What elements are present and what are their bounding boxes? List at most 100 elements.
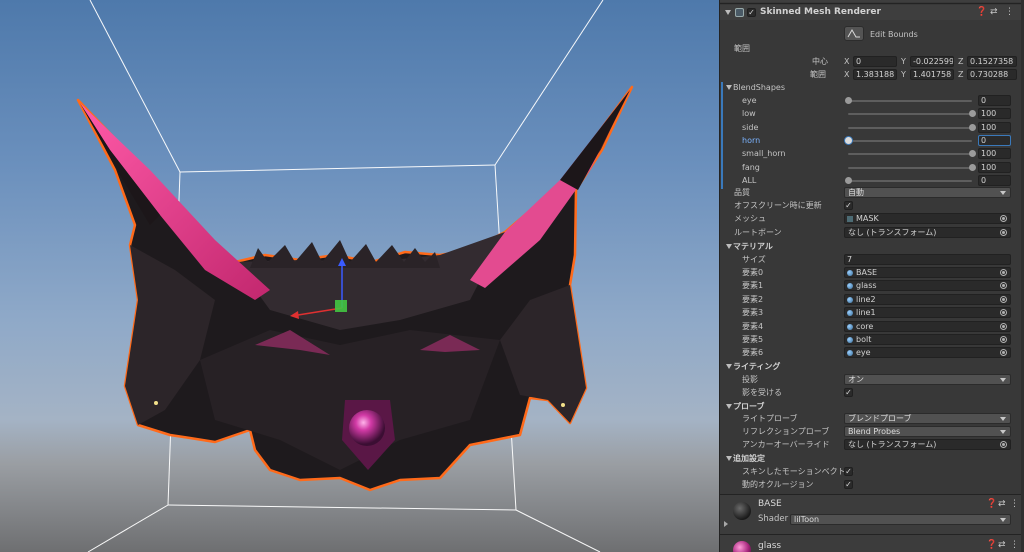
blendshape-slider-track[interactable]: [848, 139, 972, 142]
blendshape-slider-handle[interactable]: [845, 97, 852, 104]
material-element-field[interactable]: eye: [844, 347, 1011, 359]
blendshape-slider-track[interactable]: [848, 153, 972, 156]
rootbone-field[interactable]: なし (トランスフォーム): [844, 227, 1011, 238]
material-element-value: line1: [856, 308, 876, 318]
foldout-arrow-icon[interactable]: [726, 244, 732, 249]
material-element-field[interactable]: line1: [844, 307, 1011, 319]
foldout-arrow-icon[interactable]: [725, 10, 731, 15]
preset-icon[interactable]: ⇄: [990, 6, 998, 19]
blendshape-value-field[interactable]: 100: [978, 148, 1011, 160]
extent-x-field[interactable]: 1.383188: [853, 69, 897, 80]
context-menu-icon[interactable]: ⋮: [1005, 6, 1014, 19]
blendshape-slider-track[interactable]: [848, 100, 972, 102]
blendshape-value-field[interactable]: 100: [978, 161, 1011, 173]
blendshape-row: eye 0: [720, 94, 1024, 107]
blendshape-name: side: [742, 122, 759, 132]
object-picker-icon[interactable]: [1000, 229, 1007, 236]
extent-z-label: Z: [958, 70, 964, 79]
material-element-label: 要素6: [742, 348, 764, 358]
dynamic-occlusion-checkbox[interactable]: ✓: [844, 480, 853, 489]
material-element-row: 要素2 line2: [720, 293, 1024, 306]
material-element-field[interactable]: core: [844, 320, 1011, 332]
blendshape-name: small_horn: [742, 149, 786, 159]
center-x-field[interactable]: 0: [853, 56, 897, 67]
object-picker-icon[interactable]: [1000, 349, 1007, 357]
help-icon[interactable]: ❓: [986, 499, 997, 509]
blendshape-slider-track[interactable]: [848, 126, 972, 129]
reflection-probes-dropdown[interactable]: Blend Probes: [844, 426, 1011, 437]
foldout-arrow-icon[interactable]: [726, 85, 732, 90]
material-size-field[interactable]: 7: [844, 254, 1011, 265]
object-picker-icon[interactable]: [1000, 336, 1007, 343]
quality-dropdown[interactable]: 自動: [844, 187, 1011, 198]
foldout-arrow-icon[interactable]: [726, 364, 732, 369]
blendshape-name: ALL: [742, 175, 757, 185]
material-element-row: 要素6 eye: [720, 346, 1024, 359]
component-enabled-checkbox[interactable]: ✓: [747, 8, 756, 17]
additional-settings-header[interactable]: 追加設定: [720, 452, 1024, 465]
foldout-arrow-icon[interactable]: [726, 456, 732, 461]
cast-shadow-value: オン: [848, 375, 864, 384]
material-element-field[interactable]: bolt: [844, 334, 1011, 345]
center-z-field[interactable]: 0.1527358: [967, 56, 1017, 67]
help-icon[interactable]: ❓: [976, 6, 987, 19]
mesh-field[interactable]: MASK: [844, 213, 1011, 224]
material-element-label: 要素0: [742, 268, 764, 277]
mask-model: [76, 85, 634, 492]
edit-bounds-button[interactable]: [844, 26, 864, 41]
component-header[interactable]: ✓ Skinned Mesh Renderer ❓ ⇄ ⋮: [720, 5, 1024, 20]
blendshapes-header[interactable]: BlendShapes: [720, 81, 1024, 94]
material-element-field[interactable]: BASE: [844, 267, 1011, 278]
object-picker-icon[interactable]: [1000, 441, 1007, 448]
shader-dropdown[interactable]: lilToon: [790, 514, 1011, 525]
materials-header[interactable]: マテリアル: [720, 240, 1024, 253]
material-element-row: 要素5 bolt: [720, 333, 1024, 346]
offscreen-checkbox[interactable]: ✓: [844, 201, 853, 210]
lighting-header[interactable]: ライティング: [720, 360, 1024, 373]
blendshape-value-field[interactable]: 0: [978, 174, 1011, 186]
blendshape-slider-track[interactable]: [848, 179, 972, 182]
preset-icon[interactable]: ⇄: [998, 540, 1006, 550]
material-name: glass: [758, 541, 782, 551]
object-picker-icon[interactable]: [1000, 215, 1007, 222]
blendshape-slider-track[interactable]: [848, 166, 972, 169]
blendshape-slider-handle[interactable]: [969, 163, 976, 171]
extent-z-field[interactable]: 0.730288: [967, 69, 1017, 80]
object-picker-icon[interactable]: [1000, 322, 1007, 330]
object-picker-icon[interactable]: [1000, 269, 1007, 276]
blendshape-slider-handle[interactable]: [845, 176, 852, 184]
foldout-arrow-icon[interactable]: [726, 404, 732, 409]
material-icon: [847, 270, 853, 276]
preset-icon[interactable]: ⇄: [998, 499, 1006, 509]
anchor-override-row: アンカーオーバーライド なし (トランスフォーム): [720, 438, 1024, 451]
blendshape-value-field[interactable]: 0: [978, 134, 1011, 146]
blendshape-slider-handle[interactable]: [969, 123, 976, 131]
object-picker-icon[interactable]: [1000, 309, 1007, 317]
context-menu-icon[interactable]: ⋮: [1010, 540, 1019, 550]
shader-value: lilToon: [794, 515, 820, 524]
blendshape-value-field[interactable]: 100: [978, 108, 1011, 120]
cast-shadow-dropdown[interactable]: オン: [844, 374, 1011, 385]
extent-y-field[interactable]: 1.401758: [910, 69, 954, 80]
anchor-override-label: アンカーオーバーライド: [742, 440, 830, 449]
center-y-field[interactable]: -0.0225990: [910, 56, 954, 67]
light-probes-dropdown[interactable]: ブレンドプローブ: [844, 413, 1011, 424]
blendshape-value-field[interactable]: 0: [978, 95, 1011, 106]
blendshape-slider-handle[interactable]: [845, 136, 852, 144]
blendshape-value-field[interactable]: 100: [978, 121, 1011, 133]
rootbone-value: なし (トランスフォーム): [848, 228, 937, 237]
blendshape-slider-track[interactable]: [848, 113, 972, 116]
anchor-override-field[interactable]: なし (トランスフォーム): [844, 439, 1011, 450]
material-element-field[interactable]: line2: [844, 293, 1011, 305]
scene-view[interactable]: [0, 0, 719, 552]
expand-arrow-icon[interactable]: [724, 521, 728, 527]
help-icon[interactable]: ❓: [986, 540, 997, 550]
object-picker-icon[interactable]: [1000, 295, 1007, 303]
blendshape-slider-handle[interactable]: [969, 150, 976, 158]
blendshape-slider-handle[interactable]: [969, 110, 976, 118]
material-element-field[interactable]: glass: [844, 280, 1011, 292]
motion-vectors-checkbox[interactable]: ✓: [844, 467, 853, 476]
context-menu-icon[interactable]: ⋮: [1010, 499, 1019, 509]
receive-shadow-checkbox[interactable]: ✓: [844, 388, 853, 397]
object-picker-icon[interactable]: [1000, 282, 1007, 290]
